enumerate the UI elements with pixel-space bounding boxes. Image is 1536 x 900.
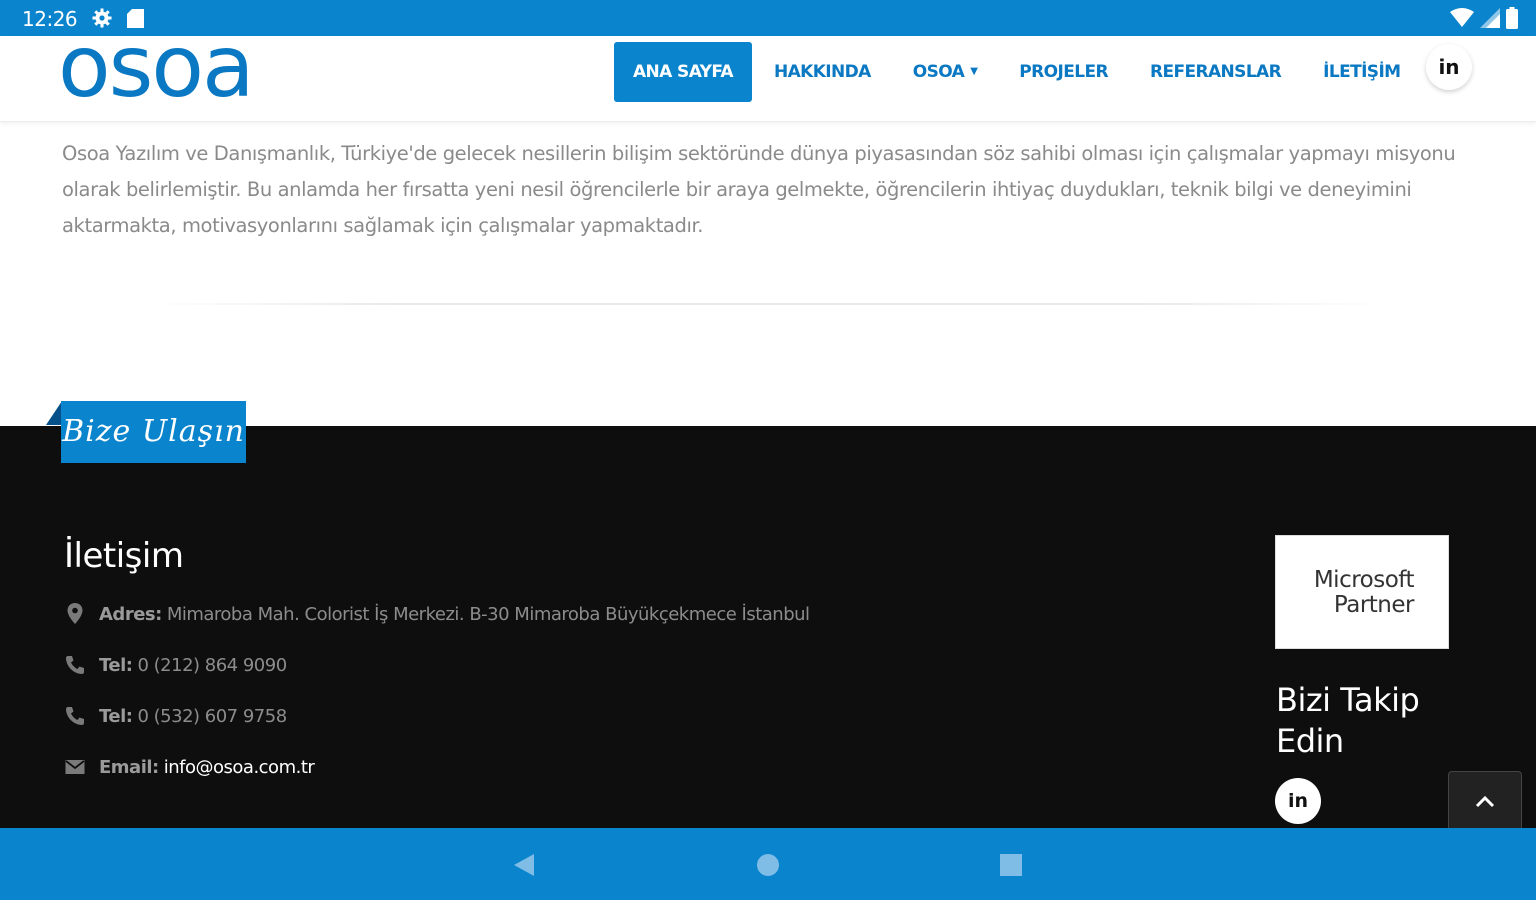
section-divider bbox=[150, 303, 1386, 305]
email-label: Email: bbox=[99, 756, 159, 778]
linkedin-icon[interactable]: in bbox=[1275, 778, 1321, 824]
phone-row-2: Tel: 0 (532) 607 9758 bbox=[64, 703, 287, 729]
phone-icon bbox=[64, 654, 86, 676]
phone-icon bbox=[64, 705, 86, 727]
nav-item-ana-sayfa[interactable]: ANA SAYFA bbox=[614, 42, 752, 102]
map-pin-icon bbox=[64, 603, 86, 625]
envelope-icon bbox=[64, 756, 86, 778]
contact-us-tab: Bize Ulaşın bbox=[61, 401, 246, 463]
recents-icon[interactable] bbox=[998, 852, 1024, 878]
battery-icon bbox=[1506, 7, 1518, 29]
osoa-logo[interactable]: osoa bbox=[58, 24, 255, 110]
back-icon[interactable] bbox=[512, 852, 538, 878]
tel2-value[interactable]: 0 (532) 607 9758 bbox=[137, 706, 287, 727]
signal-icon bbox=[1480, 8, 1500, 28]
email-link[interactable]: info@osoa.com.tr bbox=[164, 757, 315, 778]
address-label: Adres: bbox=[99, 603, 162, 625]
badge-line-1: Microsoft bbox=[1313, 567, 1415, 593]
wifi-icon bbox=[1450, 8, 1474, 27]
nav-item-referanslar[interactable]: REFERANSLAR bbox=[1150, 62, 1282, 82]
nav-item-osoa-label: OSOA bbox=[912, 62, 965, 82]
screen: 12:26 osoa ANA SAYFA HAKKINDA OSOA ▼ PRO… bbox=[0, 0, 1536, 900]
email-row: Email: info@osoa.com.tr bbox=[64, 754, 315, 780]
tel2-label: Tel: bbox=[99, 705, 133, 727]
mission-paragraph: Osoa Yazılım ve Danışmanlık, Türkiye'de … bbox=[62, 142, 1456, 237]
nav-item-hakkinda[interactable]: HAKKINDA bbox=[774, 62, 871, 82]
contact-title: İletişim bbox=[64, 536, 184, 576]
microsoft-partner-badge: Microsoft Partner bbox=[1275, 535, 1449, 649]
nav-item-projeler[interactable]: PROJELER bbox=[1019, 62, 1108, 82]
tab-fold-decoration bbox=[46, 401, 62, 425]
status-icons bbox=[1450, 7, 1518, 29]
caret-down-icon: ▼ bbox=[970, 66, 978, 77]
tel1-value[interactable]: 0 (212) 864 9090 bbox=[137, 655, 287, 676]
site-header: osoa ANA SAYFA HAKKINDA OSOA ▼ PROJELER R… bbox=[0, 24, 1536, 122]
address-row: Adres: Mimaroba Mah. Colorist İş Merkezi… bbox=[64, 601, 810, 627]
badge-line-2: Partner bbox=[1333, 592, 1415, 618]
nav-item-osoa[interactable]: OSOA ▼ bbox=[913, 62, 978, 82]
main-nav: ANA SAYFA HAKKINDA OSOA ▼ PROJELER REFERA… bbox=[614, 42, 1443, 102]
chevron-up-icon bbox=[1475, 795, 1495, 808]
phone-row-1: Tel: 0 (212) 864 9090 bbox=[64, 652, 287, 678]
linkedin-icon[interactable]: in bbox=[1426, 44, 1472, 90]
android-nav-bar bbox=[0, 828, 1536, 900]
nav-item-iletisim[interactable]: İLETİŞİM bbox=[1323, 62, 1401, 82]
follow-us-title: Bizi Takip Edin bbox=[1276, 681, 1420, 760]
address-value: Mimaroba Mah. Colorist İş Merkezi. B-30 … bbox=[166, 603, 810, 625]
scroll-to-top-button[interactable] bbox=[1448, 771, 1522, 831]
tel1-label: Tel: bbox=[99, 654, 133, 676]
home-icon[interactable] bbox=[755, 852, 781, 878]
